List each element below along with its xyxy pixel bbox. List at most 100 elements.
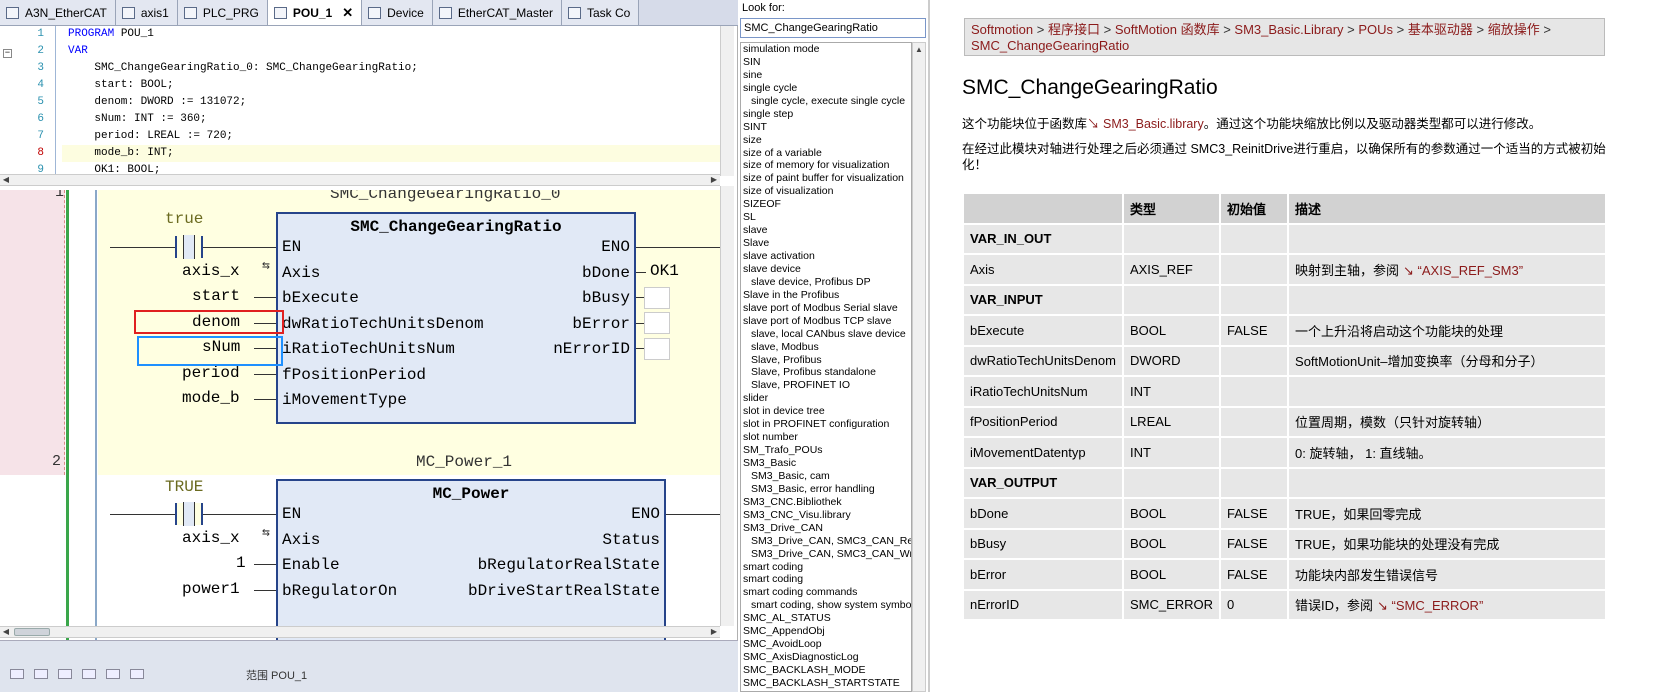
tab-ethercat-master[interactable]: EtherCAT_Master [432, 0, 562, 25]
index-item[interactable]: slave, local CANbus slave device [741, 328, 911, 341]
toolbar-icon[interactable] [106, 669, 120, 679]
index-item[interactable]: size [741, 134, 911, 147]
index-item[interactable]: slider [741, 392, 911, 405]
const-enable-value[interactable]: 1 [236, 554, 246, 572]
index-item[interactable]: sine [741, 69, 911, 82]
ladder-horizontal-scrollbar[interactable]: ◀ ▶ [0, 626, 720, 638]
fb-mc-power[interactable]: MC_Power EN Axis Enable bRegulatorOn ENO… [276, 479, 666, 640]
breadcrumb-link[interactable]: 缩放操作 [1488, 22, 1540, 37]
contact-icon[interactable] [175, 502, 203, 526]
index-item[interactable]: slave device, Profibus DP [741, 276, 911, 289]
index-item[interactable]: single step [741, 108, 911, 121]
fb-smc-change-gearing-ratio[interactable]: SMC_ChangeGearingRatio EN Axis bExecute … [276, 212, 636, 424]
close-icon[interactable]: ✕ [342, 5, 353, 21]
index-item[interactable]: SMC_AL_STATUS [741, 612, 911, 625]
toolbar-icon[interactable] [82, 669, 96, 679]
index-item[interactable]: Slave [741, 237, 911, 250]
index-item[interactable]: Slave, Profibus standalone [741, 366, 911, 379]
index-item[interactable]: Slave, PROFINET IO [741, 379, 911, 392]
tab-task-config[interactable]: Task Co [561, 0, 640, 25]
breadcrumb-link[interactable]: SM3_Basic.Library [1234, 22, 1343, 37]
index-item[interactable]: SM3_Drive_CAN [741, 522, 911, 535]
var-ok1[interactable]: OK1 [650, 262, 679, 280]
index-item[interactable]: SM3_Basic, cam [741, 470, 911, 483]
index-item[interactable]: SMC_AvoidLoop [741, 638, 911, 651]
index-item[interactable]: SM3_CNC.Bibliothek [741, 496, 911, 509]
index-item[interactable]: size of visualization [741, 185, 911, 198]
index-item[interactable]: simulation mode [741, 43, 911, 56]
index-item[interactable]: SINT [741, 121, 911, 134]
ladder-editor[interactable]: 1 SMC_ChangeGearingRatio_0 true SMC_Chan… [0, 190, 720, 640]
output-var-slot[interactable] [644, 338, 670, 360]
index-item[interactable]: SM3_Basic [741, 457, 911, 470]
reference-link[interactable]: ↘ “AXIS_REF_SM3” [1403, 263, 1523, 278]
scroll-left-icon[interactable]: ◀ [0, 627, 12, 637]
contact-icon[interactable] [175, 235, 203, 259]
output-var-slot[interactable] [644, 287, 670, 309]
fb-instance-name[interactable]: SMC_ChangeGearingRatio_0 [330, 190, 560, 203]
var-axis-x[interactable]: axis_x [182, 529, 240, 547]
scroll-thumb[interactable] [14, 628, 50, 636]
index-item[interactable]: size of a variable [741, 147, 911, 160]
index-item[interactable]: slot in device tree [741, 405, 911, 418]
tab-axis1[interactable]: axis1 [115, 0, 178, 25]
tab-device[interactable]: Device [362, 0, 433, 25]
index-item[interactable]: slave [741, 224, 911, 237]
toolbar-icon[interactable] [34, 669, 48, 679]
index-scrollbar[interactable]: ▲ [912, 42, 926, 692]
var-start[interactable]: start [192, 287, 240, 305]
ladder-vertical-scrollbar[interactable] [720, 186, 734, 626]
var-mode-b[interactable]: mode_b [182, 389, 240, 407]
library-link[interactable]: ↘ SM3_Basic.library [1087, 117, 1204, 131]
toolbar-icon[interactable] [10, 669, 24, 679]
scroll-right-icon[interactable]: ▶ [708, 627, 720, 637]
scroll-left-icon[interactable]: ◀ [0, 175, 12, 185]
index-item[interactable]: smart coding [741, 573, 911, 586]
index-item[interactable]: smart coding, show system symbols [741, 599, 911, 612]
reference-link[interactable]: ↘ “SMC_ERROR” [1377, 598, 1483, 613]
index-item[interactable]: SM3_CNC_Visu.library [741, 509, 911, 522]
index-item[interactable]: SL [741, 211, 911, 224]
index-item[interactable]: SM3_Drive_CAN, SMC3_CAN_Reac [741, 535, 911, 548]
index-item[interactable]: single cycle, execute single cycle [741, 95, 911, 108]
index-item[interactable]: slot in PROFINET configuration [741, 418, 911, 431]
index-item[interactable]: slot number [741, 431, 911, 444]
index-item[interactable]: SM3_Basic, error handling [741, 483, 911, 496]
index-list[interactable]: simulation mode SIN sine single cycle single… [740, 42, 912, 692]
index-item[interactable]: slave port of Modbus TCP slave [741, 315, 911, 328]
breadcrumb-current[interactable]: SMC_ChangeGearingRatio [971, 38, 1129, 53]
var-axis-x[interactable]: axis_x [182, 262, 240, 280]
breadcrumb-link[interactable]: Softmotion [971, 22, 1033, 37]
declaration-editor[interactable]: 1 2 3 4 5 6 7 8 9 − PROGRAM POU_1 VAR SM… [0, 26, 720, 174]
tab-plc-prg[interactable]: PLC_PRG [177, 0, 268, 25]
breadcrumb-link[interactable]: 程序接口 [1048, 22, 1100, 37]
index-item[interactable]: SMC_AppendObj [741, 625, 911, 638]
index-item[interactable]: SM3_Drive_CAN, SMC3_CAN_Write [741, 548, 911, 561]
scroll-up-icon[interactable]: ▲ [915, 45, 923, 54]
index-item[interactable]: slave activation [741, 250, 911, 263]
look-for-input[interactable]: SMC_ChangeGearingRatio [740, 18, 926, 38]
index-item[interactable]: Slave in the Profibus [741, 289, 911, 302]
fold-collapse-icon[interactable]: − [3, 49, 12, 58]
var-period[interactable]: period [182, 364, 240, 382]
index-item[interactable]: SMC_BACKLASH_MODE [741, 664, 911, 677]
index-item[interactable]: smart coding [741, 561, 911, 574]
var-power1[interactable]: power1 [182, 580, 240, 598]
index-item[interactable]: SMC_AxisDiagnosticLog [741, 651, 911, 664]
scroll-right-icon[interactable]: ▶ [708, 175, 720, 185]
breadcrumb-link[interactable]: 基本驱动器 [1408, 22, 1473, 37]
declaration-horizontal-scrollbar[interactable]: ◀ ▶ [0, 174, 720, 186]
index-item[interactable]: Slave, Profibus [741, 354, 911, 367]
output-var-slot[interactable] [644, 312, 670, 334]
tab-a3n-ethercat[interactable]: A3N_EtherCAT [0, 0, 116, 25]
breadcrumb-link[interactable]: SoftMotion 函数库 [1115, 22, 1220, 37]
index-item[interactable]: slave port of Modbus Serial slave [741, 302, 911, 315]
index-item[interactable]: size of paint buffer for visualization [741, 172, 911, 185]
index-item[interactable]: SIZEOF [741, 198, 911, 211]
toolbar-icon[interactable] [58, 669, 72, 679]
index-item[interactable]: slave, Modbus [741, 341, 911, 354]
index-item[interactable]: size of memory for visualization [741, 159, 911, 172]
declaration-vertical-scrollbar[interactable] [720, 26, 734, 176]
tab-pou-1[interactable]: POU_1 ✕ [267, 0, 363, 25]
breadcrumb-link[interactable]: POUs [1358, 22, 1393, 37]
